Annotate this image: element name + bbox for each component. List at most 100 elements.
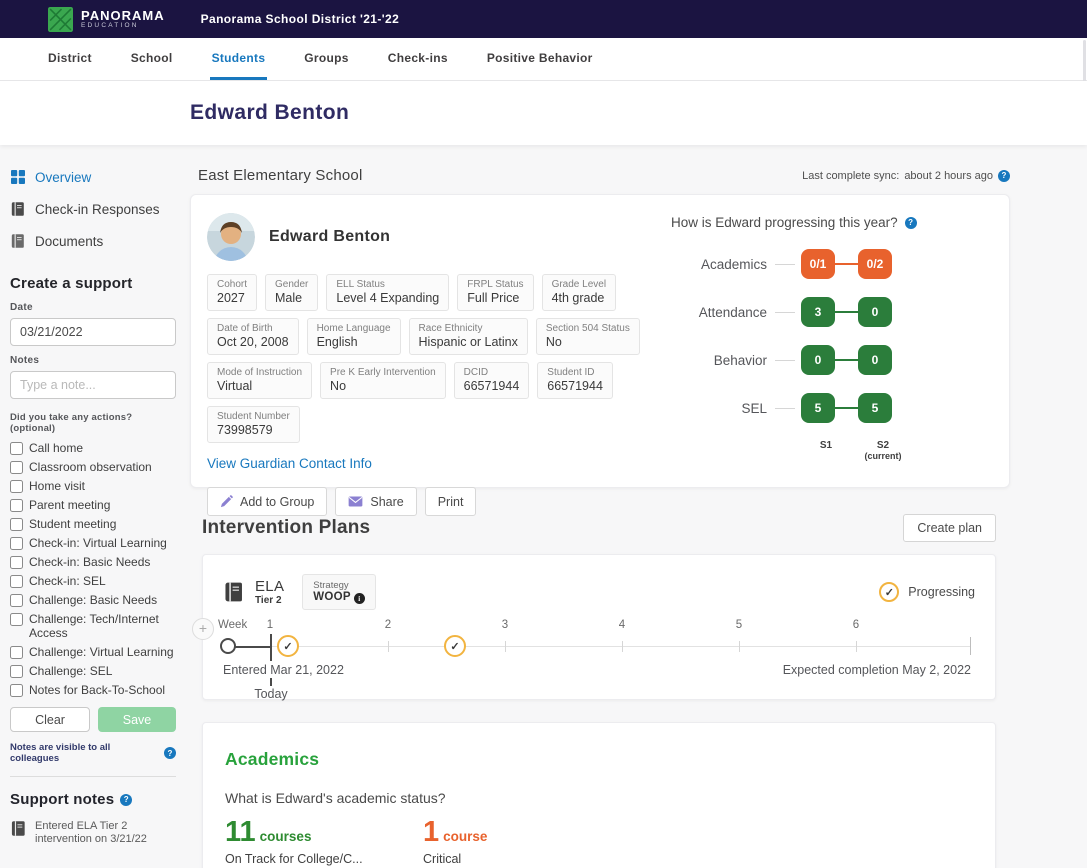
progress-s2-badge: 0 <box>858 345 892 375</box>
action-checkbox-item[interactable]: Call home <box>10 441 176 455</box>
action-checkbox[interactable] <box>10 499 23 512</box>
timeline-start-circle[interactable] <box>220 638 236 654</box>
action-checkbox-label: Check-in: SEL <box>29 574 106 588</box>
student-field-label: Pre K Early Intervention <box>330 367 436 378</box>
student-field-chip: FRPL Status Full Price <box>457 274 533 311</box>
action-checkbox-item[interactable]: Challenge: Virtual Learning <box>10 645 176 659</box>
add-plan-point-button[interactable]: + <box>192 618 214 640</box>
action-checkbox[interactable] <box>10 575 23 588</box>
support-notes-title-text: Support notes <box>10 791 114 808</box>
action-checkbox[interactable] <box>10 461 23 474</box>
action-checkbox[interactable] <box>10 518 23 531</box>
sidebar-item-overview[interactable]: Overview <box>10 169 176 185</box>
action-checkbox[interactable] <box>10 646 23 659</box>
action-checkbox-item[interactable]: Student meeting <box>10 517 176 531</box>
tab-students[interactable]: Students <box>210 51 268 80</box>
guardian-contact-link[interactable]: View Guardian Contact Info <box>207 456 372 471</box>
top-header: PANORAMA EDUCATION Panorama School Distr… <box>0 0 1087 38</box>
week-number: 1 <box>267 619 273 631</box>
action-checkbox-label: Check-in: Virtual Learning <box>29 536 167 550</box>
clear-button[interactable]: Clear <box>10 707 90 732</box>
on-track-stat: 11courses On Track for College/C... <box>225 818 423 866</box>
student-field-chip: Pre K Early Intervention No <box>320 362 446 399</box>
action-checkbox[interactable] <box>10 665 23 678</box>
tab-positive-behavior[interactable]: Positive Behavior <box>485 51 595 80</box>
student-field-label: DCID <box>464 367 520 378</box>
plan-expected-date: Expected completion May 2, 2022 <box>783 663 971 677</box>
nav-tab-label: School <box>131 51 173 65</box>
date-input[interactable] <box>10 318 176 346</box>
notes-label: Notes <box>10 355 176 366</box>
plan-timeline: Week 123456 Entered Mar 21, 2022 Expecte… <box>223 617 975 701</box>
help-icon[interactable] <box>164 747 176 759</box>
progress-connector <box>775 408 795 409</box>
nav-tab-label: Positive Behavior <box>487 51 593 65</box>
critical-caption: Critical <box>423 852 621 866</box>
progress-connector-colored <box>835 311 858 313</box>
save-button[interactable]: Save <box>98 707 176 732</box>
title-band: Edward Benton <box>0 81 1087 145</box>
checkpoint-complete-icon[interactable] <box>444 635 466 657</box>
action-checkbox-item[interactable]: Check-in: SEL <box>10 574 176 588</box>
action-checkbox-item[interactable]: Challenge: SEL <box>10 664 176 678</box>
checkpoint-complete-icon[interactable] <box>277 635 299 657</box>
progress-title: How is Edward progressing this year? <box>671 215 1001 230</box>
share-button[interactable]: Share <box>335 487 416 516</box>
action-checkbox-item[interactable]: Check-in: Virtual Learning <box>10 536 176 550</box>
date-label: Date <box>10 302 176 313</box>
action-checkbox-item[interactable]: Classroom observation <box>10 460 176 474</box>
action-checkbox-item[interactable]: Check-in: Basic Needs <box>10 555 176 569</box>
action-checkbox[interactable] <box>10 556 23 569</box>
pencil-icon <box>220 495 233 508</box>
print-label: Print <box>438 495 464 509</box>
action-checkbox-item[interactable]: Challenge: Basic Needs <box>10 593 176 607</box>
action-checkbox[interactable] <box>10 442 23 455</box>
actions-label: Did you take any actions? (optional) <box>10 412 176 434</box>
support-notes-list: Entered ELA Tier 2 intervention on 3/21/… <box>10 820 176 846</box>
panorama-logo[interactable]: PANORAMA EDUCATION <box>48 7 165 32</box>
progress-connector-colored <box>835 359 858 361</box>
help-icon[interactable] <box>905 217 917 229</box>
student-field-value: 4th grade <box>552 291 606 305</box>
progress-connector <box>775 360 795 361</box>
nav-tab-label: Groups <box>304 51 348 65</box>
sidebar-item-documents[interactable]: Documents <box>10 233 176 249</box>
help-icon[interactable] <box>120 794 132 806</box>
tab-district[interactable]: District <box>46 51 94 80</box>
action-checkbox-label: Challenge: SEL <box>29 664 112 678</box>
notes-input[interactable] <box>10 371 176 399</box>
help-icon[interactable] <box>998 170 1010 182</box>
action-checkbox[interactable] <box>10 613 23 626</box>
student-field-chip: Home Language English <box>307 318 401 355</box>
action-checkbox[interactable] <box>10 537 23 550</box>
action-checkbox-item[interactable]: Home visit <box>10 479 176 493</box>
tab-groups[interactable]: Groups <box>302 51 350 80</box>
book-icon <box>10 233 26 249</box>
student-field-label: Gender <box>275 279 308 290</box>
print-button[interactable]: Print <box>425 487 477 516</box>
week-tick <box>505 641 506 652</box>
semester-2-label: S2 (current) <box>864 440 901 462</box>
action-checkbox[interactable] <box>10 684 23 697</box>
week-label: Week <box>218 619 247 631</box>
action-checkbox-item[interactable]: Parent meeting <box>10 498 176 512</box>
info-icon[interactable] <box>354 593 365 604</box>
student-card: Edward Benton Cohort 2027 Gender Male EL… <box>190 194 1010 488</box>
primary-nav: District School Students Groups Check-ins Pos… <box>0 38 1087 81</box>
student-field-label: Date of Birth <box>217 323 289 334</box>
create-plan-button[interactable]: Create plan <box>903 514 996 542</box>
on-track-caption: On Track for College/C... <box>225 852 423 866</box>
tab-school[interactable]: School <box>129 51 175 80</box>
action-checkbox[interactable] <box>10 480 23 493</box>
student-field-label: Grade Level <box>552 279 606 290</box>
action-checkbox-item[interactable]: Notes for Back-To-School <box>10 683 176 697</box>
student-field-chip: DCID 66571944 <box>454 362 530 399</box>
action-checkbox-item[interactable]: Challenge: Tech/Internet Access <box>10 612 176 640</box>
sidebar-item-checkin-responses[interactable]: Check-in Responses <box>10 201 176 217</box>
student-field-chip: Cohort 2027 <box>207 274 257 311</box>
main-header: East Elementary School Last complete syn… <box>190 167 1010 184</box>
action-checkbox-label: Call home <box>29 441 83 455</box>
tab-check-ins[interactable]: Check-ins <box>386 51 450 80</box>
add-to-group-button[interactable]: Add to Group <box>207 487 327 516</box>
action-checkbox[interactable] <box>10 594 23 607</box>
